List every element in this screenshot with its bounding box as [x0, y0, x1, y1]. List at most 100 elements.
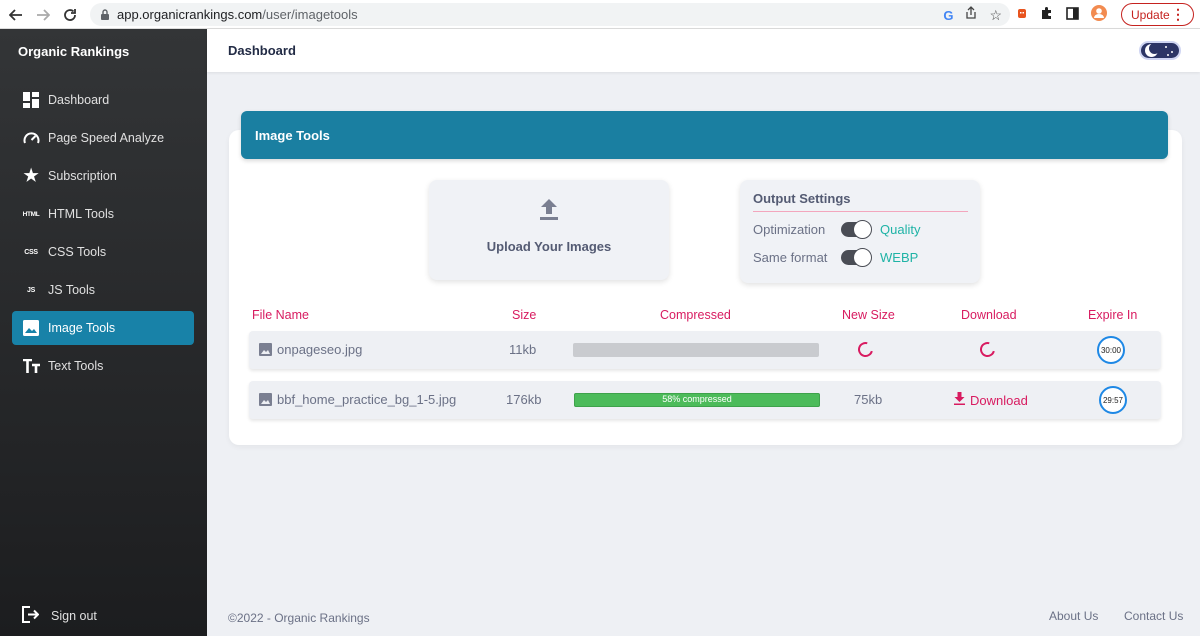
new-size: 75kb: [854, 392, 883, 407]
menu-dots-icon: ⋮: [1171, 6, 1185, 22]
progress-text: 58% compressed: [662, 394, 732, 404]
dashboard-icon: [22, 91, 40, 109]
loading-spinner-icon: [977, 339, 998, 360]
file-size: 11kb: [509, 342, 537, 357]
top-header: Dashboard: [207, 29, 1200, 72]
sidebar-item-page-speed[interactable]: Page Speed Analyze: [12, 121, 194, 155]
setting-row-optimization: Optimization Quality: [753, 220, 921, 239]
google-icon[interactable]: G: [943, 8, 953, 23]
text-icon: [22, 357, 40, 375]
settings-title: Output Settings: [753, 191, 851, 206]
sidebar-item-css-tools[interactable]: CSS CSS Tools: [12, 235, 194, 269]
footer-copyright: ©2022 - Organic Rankings: [228, 611, 370, 625]
upload-label: Upload Your Images: [486, 239, 612, 254]
star-dot-icon: [1171, 51, 1173, 53]
upload-icon: [539, 198, 559, 225]
update-button[interactable]: Update ⋮: [1121, 3, 1194, 26]
sidebar-item-label: Subscription: [48, 169, 117, 183]
column-header-size: Size: [512, 308, 537, 322]
sidebar-item-label: Dashboard: [48, 93, 110, 107]
setting-label: Same format: [753, 250, 828, 265]
extension-robot-icon[interactable]: [1016, 6, 1028, 25]
sidebar-item-subscription[interactable]: ★ Subscription: [12, 159, 194, 193]
about-us-link[interactable]: About Us: [1049, 609, 1098, 623]
image-file-icon: [259, 393, 272, 411]
moon-icon: [1145, 43, 1160, 57]
download-label: Download: [970, 392, 1028, 408]
same-format-toggle[interactable]: [841, 248, 872, 267]
download-button[interactable]: Download: [954, 392, 1028, 408]
setting-row-same-format: Same format WEBP: [753, 248, 919, 267]
setting-value: Quality: [880, 222, 921, 237]
download-icon: [954, 392, 965, 408]
sidebar-item-text-tools[interactable]: Text Tools: [12, 349, 194, 383]
back-icon[interactable]: [6, 5, 26, 25]
toggle-knob: [853, 220, 872, 239]
sidebar-item-label: CSS Tools: [48, 245, 107, 259]
url-path: /user/imagetools: [262, 7, 358, 22]
image-icon: [22, 319, 40, 337]
html-icon: HTML: [22, 210, 40, 218]
column-header-file-name: File Name: [252, 308, 309, 322]
column-header-compressed: Compressed: [660, 308, 731, 322]
table-row: bbf_home_practice_bg_1-5.jpg 176kb 58% c…: [249, 381, 1161, 419]
bookmark-star-icon[interactable]: ☆: [989, 7, 1002, 24]
sidebar-item-js-tools[interactable]: JS JS Tools: [12, 273, 194, 307]
browser-bar: app.organicrankings.com/user/imagetools …: [0, 0, 1200, 29]
sidebar-item-label: JS Tools: [48, 283, 96, 297]
reload-icon[interactable]: [60, 5, 80, 25]
lock-icon: [100, 8, 110, 26]
expire-timer: 29:57: [1099, 386, 1127, 414]
optimization-toggle[interactable]: [841, 220, 872, 239]
card-title: Image Tools: [255, 128, 330, 143]
file-name: bbf_home_practice_bg_1-5.jpg: [277, 392, 457, 407]
star-icon: ★: [23, 166, 39, 185]
sidebar-item-image-tools[interactable]: Image Tools: [12, 311, 194, 345]
page-title: Dashboard: [228, 43, 296, 58]
expire-timer: 30:00: [1097, 336, 1125, 364]
speedometer-icon: [22, 129, 40, 147]
star-dot-icon: [1165, 46, 1167, 48]
compression-progress: 58% compressed: [574, 393, 820, 407]
sidebar-item-html-tools[interactable]: HTML HTML Tools: [12, 197, 194, 231]
setting-label: Optimization: [753, 222, 826, 237]
signout-label: Sign out: [51, 609, 97, 623]
signout-icon: [22, 606, 40, 626]
brand-title: Organic Rankings: [18, 44, 130, 59]
loading-spinner-icon: [855, 339, 876, 360]
settings-divider: [753, 211, 968, 212]
sidebar-item-dashboard[interactable]: Dashboard: [12, 83, 194, 117]
table-row: onpageseo.jpg 11kb 30:00: [249, 331, 1161, 369]
signout-button[interactable]: Sign out: [22, 606, 97, 626]
file-size: 176kb: [506, 392, 542, 407]
extensions-puzzle-icon[interactable]: [1040, 6, 1054, 25]
column-header-download: Download: [961, 308, 1017, 322]
image-file-icon: [259, 343, 272, 361]
column-header-new-size: New Size: [842, 308, 895, 322]
url-text: app.organicrankings.com/user/imagetools: [117, 7, 358, 22]
toggle-knob: [853, 248, 872, 267]
side-panel-icon[interactable]: [1066, 6, 1079, 25]
card-header: Image Tools: [241, 111, 1168, 159]
profile-avatar-icon[interactable]: [1091, 5, 1107, 26]
column-header-expire-in: Expire In: [1088, 308, 1138, 322]
setting-value: WEBP: [880, 250, 919, 265]
share-icon[interactable]: [965, 6, 977, 24]
forward-icon[interactable]: [33, 5, 53, 25]
output-settings-panel: Output Settings Optimization Quality Sam…: [740, 180, 980, 283]
js-icon: JS: [27, 286, 35, 294]
upload-images-button[interactable]: Upload Your Images: [429, 180, 669, 280]
sidebar-item-label: Text Tools: [48, 359, 104, 373]
sidebar: Organic Rankings Dashboard Page Speed An…: [0, 29, 207, 636]
sidebar-item-label: HTML Tools: [48, 207, 114, 221]
sidebar-item-label: Image Tools: [48, 321, 116, 335]
update-label: Update: [1131, 7, 1170, 22]
file-name: onpageseo.jpg: [277, 342, 363, 357]
contact-us-link[interactable]: Contact Us: [1124, 609, 1183, 623]
dark-mode-toggle[interactable]: [1139, 41, 1181, 60]
css-icon: CSS: [24, 248, 38, 256]
star-dot-icon: [1167, 54, 1169, 56]
sidebar-item-label: Page Speed Analyze: [48, 131, 165, 145]
compression-progress: [573, 343, 819, 357]
address-bar[interactable]: app.organicrankings.com/user/imagetools …: [90, 3, 1010, 26]
